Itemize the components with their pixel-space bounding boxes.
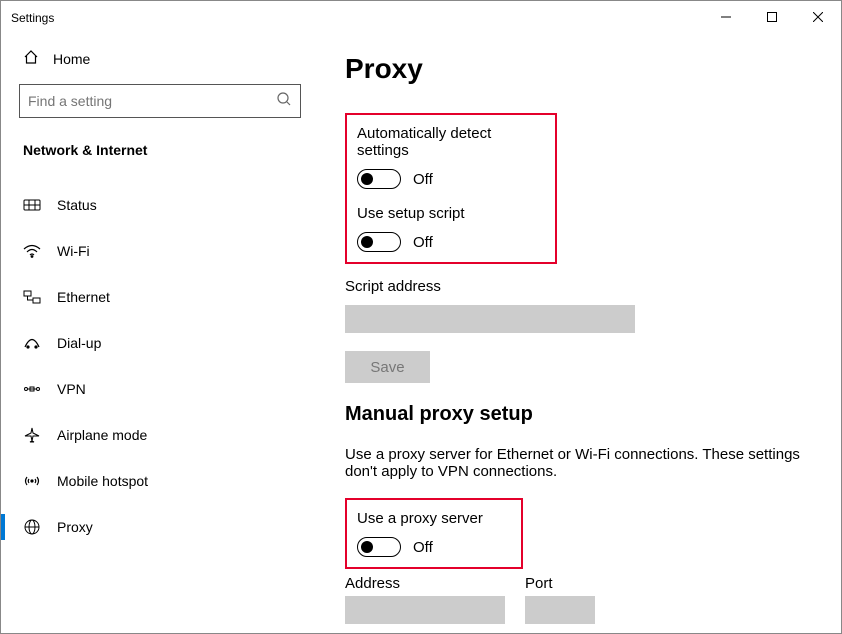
home-link[interactable]: Home [1,39,319,78]
hotspot-icon [23,474,41,488]
address-input [345,596,505,624]
sidebar-item-status[interactable]: Status [1,182,319,228]
wifi-icon [23,244,41,258]
sidebar-item-label: Status [57,197,97,213]
setup-script-state: Off [413,234,433,251]
sidebar-item-label: Proxy [57,519,93,535]
home-label: Home [53,51,90,67]
titlebar: Settings [1,1,841,33]
use-proxy-state: Off [413,539,433,556]
sidebar-item-dialup[interactable]: Dial-up [1,320,319,366]
sidebar-item-vpn[interactable]: VPN [1,366,319,412]
script-address-label: Script address [345,278,803,295]
setup-script-toggle[interactable] [357,232,401,252]
script-address-input [345,305,635,333]
proxy-icon [23,519,41,535]
use-proxy-toggle[interactable] [357,537,401,557]
page-title: Proxy [345,53,803,85]
setup-script-label: Use setup script [357,205,541,222]
port-label: Port [525,575,595,592]
window-controls [703,1,841,33]
highlight-auto-proxy: Automatically detect settings Off Use se… [345,113,557,264]
auto-detect-toggle[interactable] [357,169,401,189]
dialup-icon [23,336,41,350]
sidebar-item-label: Ethernet [57,289,110,305]
sidebar-item-label: Wi-Fi [57,243,90,259]
sidebar-item-label: VPN [57,381,86,397]
sidebar-item-airplane[interactable]: Airplane mode [1,412,319,458]
airplane-icon [23,427,41,443]
search-box[interactable] [19,84,301,118]
search-input[interactable] [28,93,276,109]
search-icon [276,91,292,112]
manual-help-text: Use a proxy server for Ethernet or Wi-Fi… [345,446,803,480]
auto-detect-state: Off [413,171,433,188]
port-input [525,596,595,624]
sidebar: Home Network & Internet Status Wi-Fi [1,33,319,633]
highlight-manual-proxy: Use a proxy server Off [345,498,523,569]
sidebar-item-label: Mobile hotspot [57,473,148,489]
auto-detect-label: Automatically detect settings [357,125,541,159]
sidebar-item-label: Airplane mode [57,427,147,443]
close-button[interactable] [795,1,841,33]
save-button: Save [345,351,430,383]
window-title: Settings [11,9,54,25]
ethernet-icon [23,290,41,304]
minimize-button[interactable] [703,1,749,33]
vpn-icon [23,382,41,396]
sidebar-item-ethernet[interactable]: Ethernet [1,274,319,320]
sidebar-item-label: Dial-up [57,335,101,351]
status-icon [23,198,41,212]
content-pane: Proxy Automatically detect settings Off … [319,33,841,633]
sidebar-item-wifi[interactable]: Wi-Fi [1,228,319,274]
use-proxy-label: Use a proxy server [357,510,507,527]
category-heading: Network & Internet [1,132,319,168]
manual-section-heading: Manual proxy setup [345,403,803,426]
maximize-button[interactable] [749,1,795,33]
sidebar-item-hotspot[interactable]: Mobile hotspot [1,458,319,504]
address-label: Address [345,575,505,592]
home-icon [23,49,39,68]
sidebar-item-proxy[interactable]: Proxy [1,504,319,550]
